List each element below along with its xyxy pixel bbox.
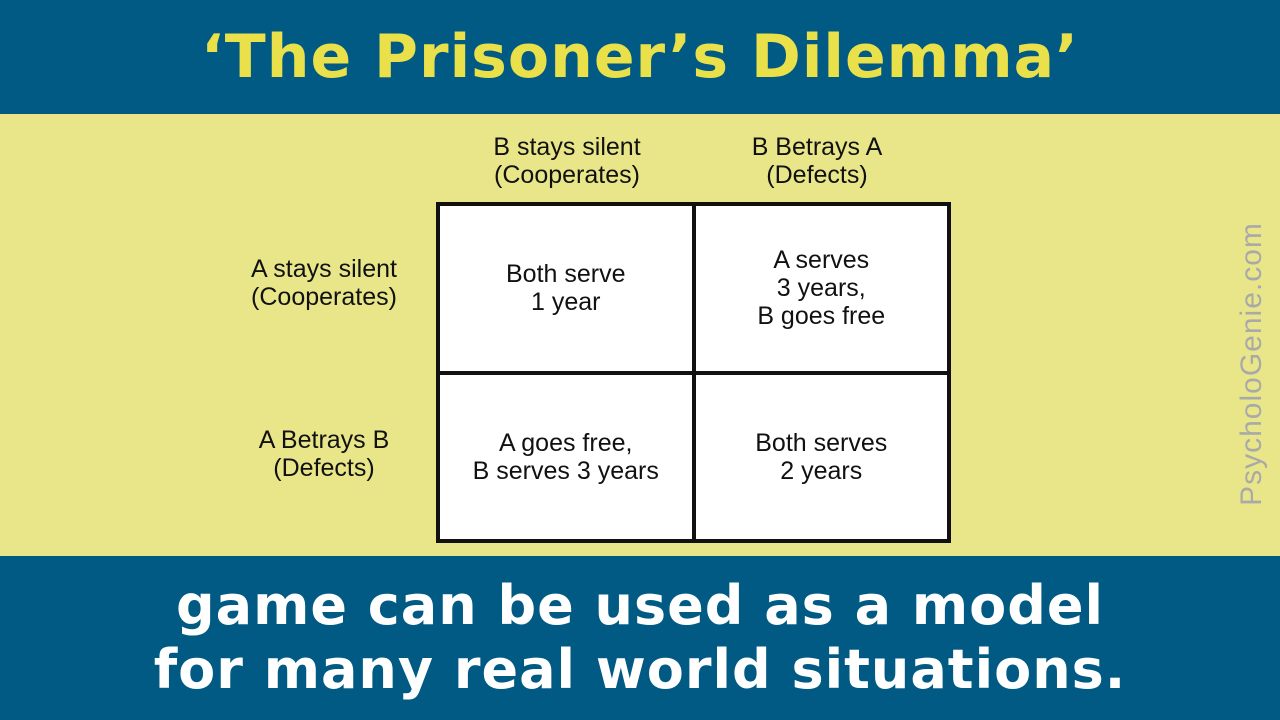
site-watermark: PsycholoGenie.com xyxy=(1235,222,1268,506)
caption-banner: game can be used as a model for many rea… xyxy=(0,556,1280,720)
infographic: ‘The Prisoner’s Dilemma’ B stays silent … xyxy=(0,0,1280,720)
caption-line-1: game can be used as a model xyxy=(176,574,1104,637)
cell-a-betrays: A goes free, B serves 3 years xyxy=(440,372,694,539)
cell-b-betrays: A serves 3 years, B goes free xyxy=(693,206,947,373)
row-header-a-betrays: A Betrays B (Defects) xyxy=(258,426,390,482)
title-banner: ‘The Prisoner’s Dilemma’ xyxy=(0,0,1280,114)
row-header-a-silent: A stays silent (Cooperates) xyxy=(251,255,397,311)
column-header-b-silent: B stays silent (Cooperates) xyxy=(493,133,641,189)
payoff-matrix: Both serve 1 year A serves 3 years, B go… xyxy=(436,202,951,543)
payoff-matrix-panel: B stays silent (Cooperates) B Betrays A … xyxy=(0,114,1280,556)
cell-both-silent: Both serve 1 year xyxy=(440,206,694,373)
caption-line-2: for many real world situations. xyxy=(153,638,1127,701)
column-header-b-betrays: B Betrays A (Defects) xyxy=(751,133,883,189)
cell-both-betray: Both serves 2 years xyxy=(693,372,947,539)
page-title: ‘The Prisoner’s Dilemma’ xyxy=(201,22,1079,92)
